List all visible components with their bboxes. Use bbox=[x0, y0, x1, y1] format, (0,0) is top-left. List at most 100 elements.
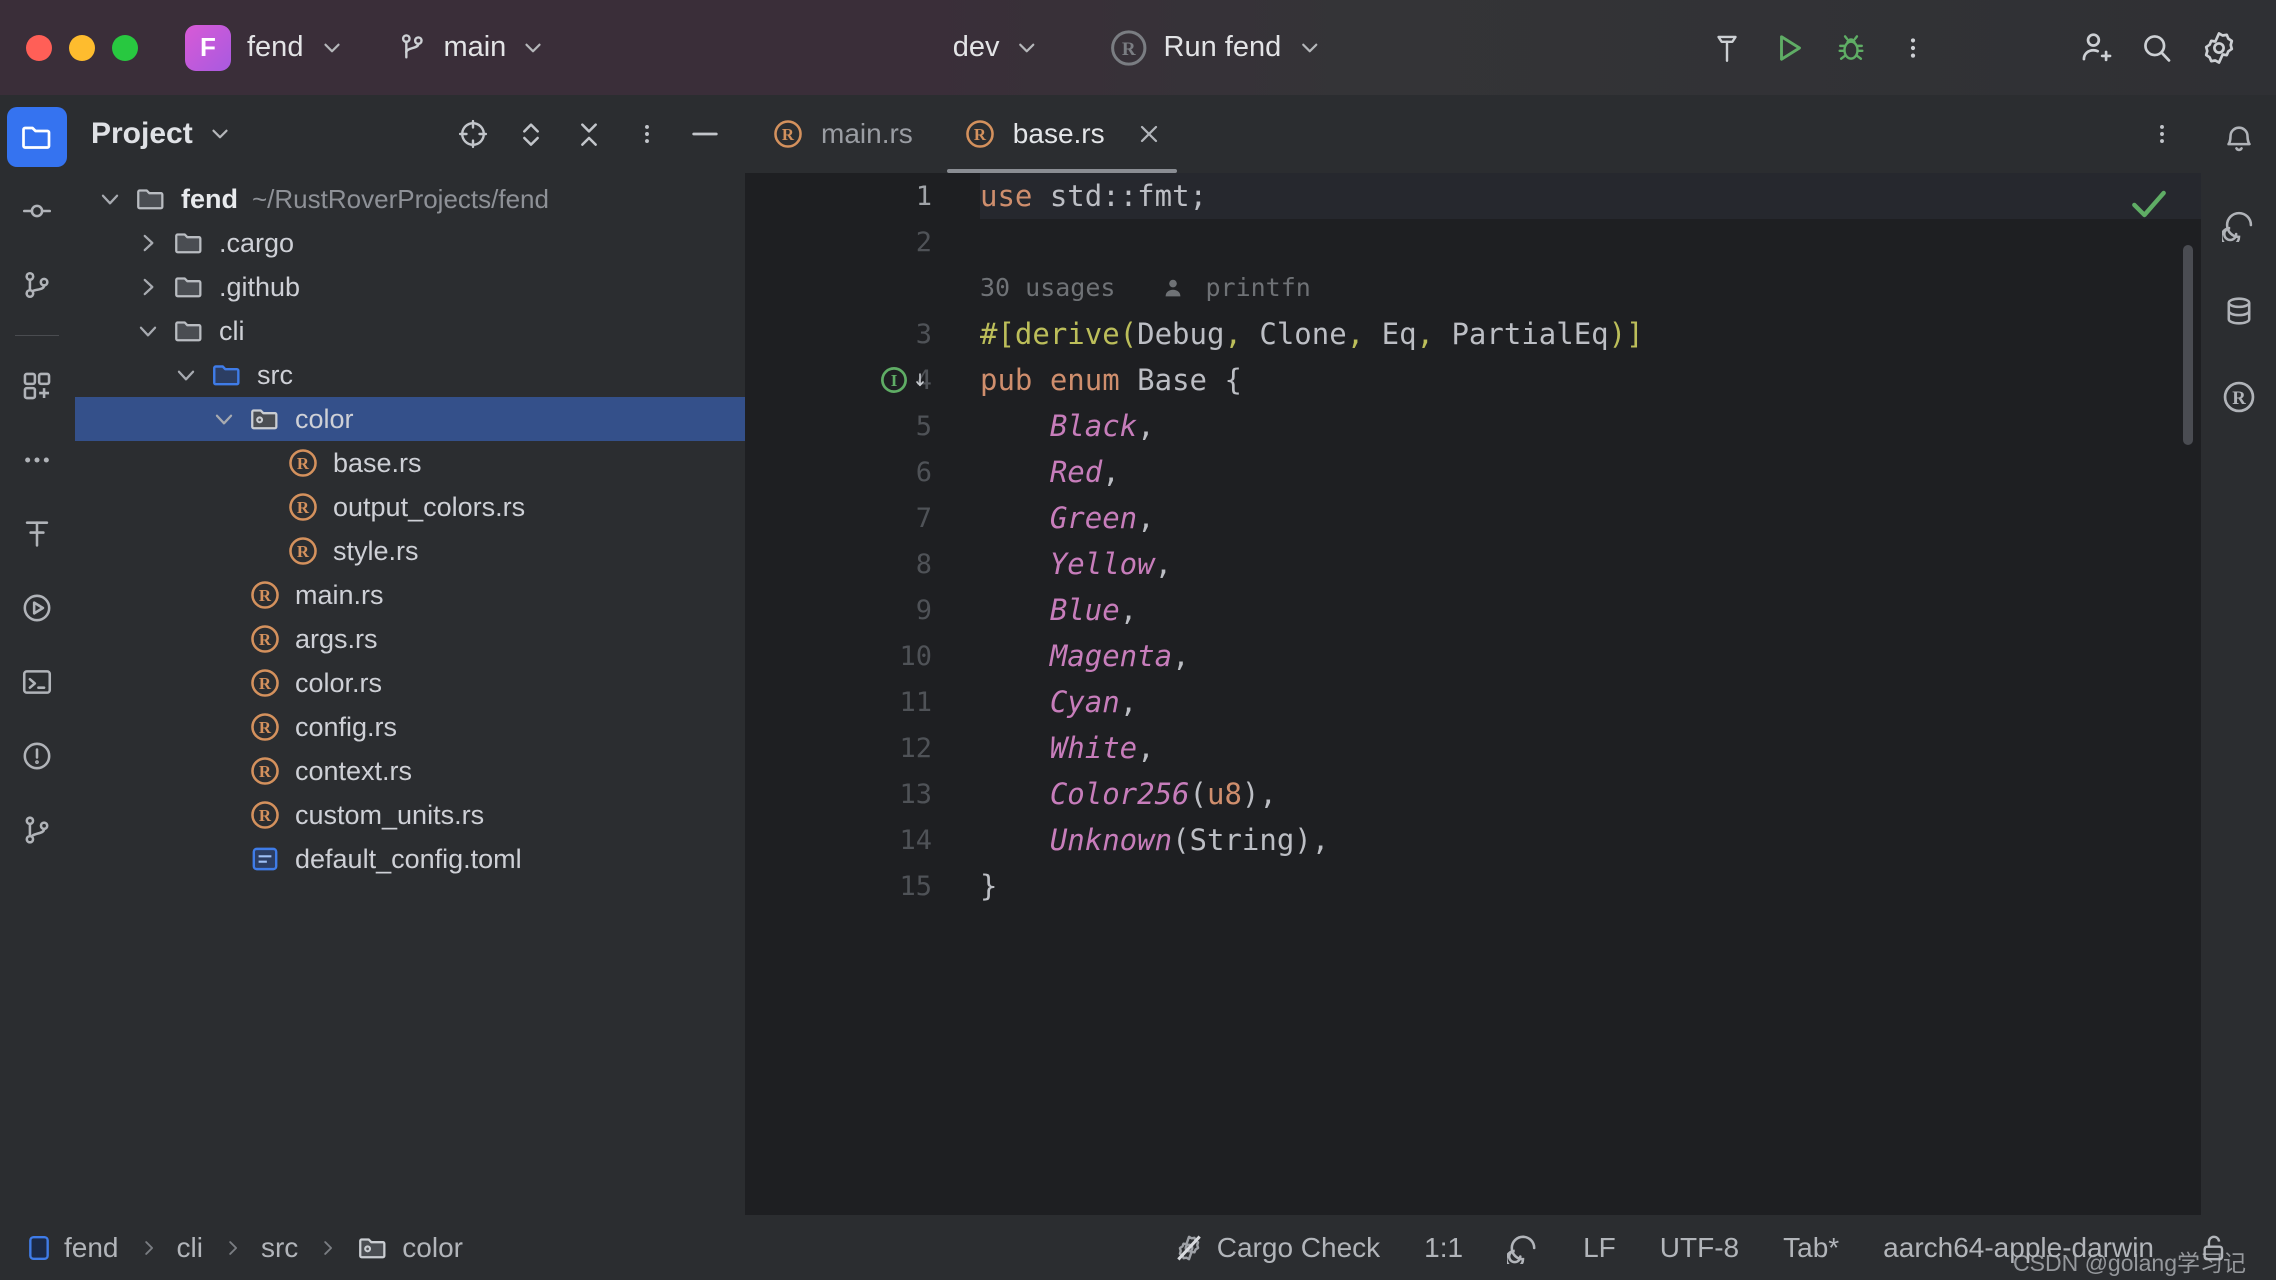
sidebar-item-run[interactable] bbox=[7, 578, 67, 638]
sidebar-item-plugins[interactable] bbox=[7, 356, 67, 416]
status-cargo-check[interactable]: Cargo Check bbox=[1151, 1232, 1402, 1264]
search-everywhere-button[interactable] bbox=[2126, 17, 2188, 79]
tree-node-color-rs[interactable]: Rcolor.rs bbox=[75, 661, 745, 705]
tree-node-args-rs[interactable]: Rargs.rs bbox=[75, 617, 745, 661]
minimize-window-button[interactable] bbox=[69, 35, 95, 61]
zoom-window-button[interactable] bbox=[112, 35, 138, 61]
sidebar-item-more[interactable] bbox=[7, 430, 67, 490]
debug-button[interactable] bbox=[1820, 17, 1882, 79]
tree-node-default-config-toml[interactable]: default_config.toml bbox=[75, 837, 745, 881]
editor-tab-base-rs[interactable]: Rbase.rs bbox=[937, 95, 1187, 173]
status-line-separator[interactable]: LF bbox=[1561, 1232, 1638, 1264]
invite-collaborator-button[interactable] bbox=[2064, 17, 2126, 79]
code-line[interactable]: White, bbox=[980, 725, 2201, 771]
git-branch-selector[interactable]: main bbox=[397, 31, 546, 65]
chevron-right-icon[interactable] bbox=[127, 274, 169, 300]
editor-tab-main-rs[interactable]: Rmain.rs bbox=[745, 95, 937, 173]
sidebar-item-pull-requests[interactable] bbox=[7, 255, 67, 315]
sidebar-item-rust[interactable] bbox=[2209, 195, 2269, 255]
chevron-down-icon[interactable] bbox=[203, 406, 245, 432]
status-read-only-toggle[interactable] bbox=[2176, 1231, 2252, 1265]
settings-button[interactable] bbox=[2188, 17, 2250, 79]
run-configuration-selector[interactable]: R Run fend bbox=[1110, 29, 1324, 67]
code-line[interactable]: Blue, bbox=[980, 587, 2201, 633]
close-icon[interactable] bbox=[1135, 120, 1163, 148]
tree-node--github[interactable]: .github bbox=[75, 265, 745, 309]
editor-scrollbar[interactable] bbox=[2183, 245, 2193, 445]
sidebar-item-database[interactable] bbox=[2209, 281, 2269, 341]
collapse-all-button[interactable] bbox=[567, 112, 611, 156]
code-author[interactable]: printfn bbox=[1205, 265, 1310, 311]
tree-node-src[interactable]: src bbox=[75, 353, 745, 397]
code-line[interactable]: pub enum Base { bbox=[980, 357, 2201, 403]
chevron-down-icon[interactable] bbox=[165, 362, 207, 388]
code-line[interactable]: Magenta, bbox=[980, 633, 2201, 679]
breadcrumb-item-fend[interactable]: fend bbox=[22, 1232, 123, 1264]
tree-node-fend[interactable]: fend~/RustRoverProjects/fend bbox=[75, 177, 745, 221]
tree-node--cargo[interactable]: .cargo bbox=[75, 221, 745, 265]
tree-node-color[interactable]: color bbox=[75, 397, 745, 441]
editor-tabs-options-button[interactable] bbox=[2149, 95, 2175, 173]
build-profile-selector[interactable]: dev bbox=[953, 31, 1040, 64]
project-selector[interactable]: F fend bbox=[185, 25, 345, 71]
code-line[interactable]: } bbox=[980, 863, 2201, 909]
breadcrumb-item-color[interactable]: color bbox=[352, 1231, 467, 1265]
code-line[interactable]: Unknown(String), bbox=[980, 817, 2201, 863]
inspection-status-widget[interactable] bbox=[2127, 182, 2171, 226]
usages-count[interactable]: 30 usages bbox=[980, 265, 1115, 311]
tree-node-cli[interactable]: cli bbox=[75, 309, 745, 353]
code-vision-hint[interactable]: 30 usages printfn bbox=[980, 265, 2201, 311]
editor-code-content[interactable]: use std::fmt;30 usages printfn#[derive(De… bbox=[950, 173, 2201, 1215]
sidebar-item-problems[interactable] bbox=[7, 726, 67, 786]
more-actions-button[interactable] bbox=[1882, 17, 1944, 79]
code-line[interactable]: Yellow, bbox=[980, 541, 2201, 587]
tree-node-base-rs[interactable]: Rbase.rs bbox=[75, 441, 745, 485]
status-file-encoding[interactable]: UTF-8 bbox=[1638, 1232, 1761, 1264]
tree-node-config-rs[interactable]: Rconfig.rs bbox=[75, 705, 745, 749]
code-line[interactable] bbox=[980, 219, 2201, 265]
status-target-triple[interactable]: aarch64-apple-darwin bbox=[1861, 1232, 2176, 1264]
tree-node-output-colors-rs[interactable]: Routput_colors.rs bbox=[75, 485, 745, 529]
project-panel-options-button[interactable] bbox=[625, 112, 669, 156]
editor-gutter[interactable]: 1234I56789101112131415 bbox=[745, 173, 950, 1215]
sidebar-item-notifications[interactable] bbox=[2209, 109, 2269, 169]
build-button[interactable] bbox=[1696, 17, 1758, 79]
hide-panel-button[interactable] bbox=[683, 112, 727, 156]
chevron-down-icon[interactable] bbox=[207, 121, 233, 147]
code-line[interactable]: Black, bbox=[980, 403, 2201, 449]
chevron-down-icon[interactable] bbox=[127, 318, 169, 344]
code-line[interactable]: use std::fmt; bbox=[980, 173, 2201, 219]
sidebar-item-commit[interactable] bbox=[7, 181, 67, 241]
tree-node-context-rs[interactable]: Rcontext.rs bbox=[75, 749, 745, 793]
sidebar-item-structure[interactable] bbox=[7, 504, 67, 564]
run-widget-group: dev R Run fend bbox=[953, 29, 1323, 67]
sidebar-item-version-control[interactable] bbox=[7, 800, 67, 860]
code-line[interactable]: #[derive(Debug, Clone, Eq, PartialEq)] bbox=[980, 311, 2201, 357]
sidebar-item-project[interactable] bbox=[7, 107, 67, 167]
tree-node-style-rs[interactable]: Rstyle.rs bbox=[75, 529, 745, 573]
project-file-tree[interactable]: fend~/RustRoverProjects/fend.cargo.githu… bbox=[75, 173, 745, 1215]
close-window-button[interactable] bbox=[26, 35, 52, 61]
code-line[interactable]: Cyan, bbox=[980, 679, 2201, 725]
code-editor[interactable]: 1234I56789101112131415 use std::fmt;30 u… bbox=[745, 173, 2201, 1215]
status-rust-toolchain[interactable] bbox=[1485, 1232, 1561, 1264]
breadcrumb-item-src[interactable]: src bbox=[257, 1232, 302, 1264]
implemented-interface-gutter-icon[interactable]: I bbox=[877, 363, 929, 397]
tree-node-main-rs[interactable]: Rmain.rs bbox=[75, 573, 745, 617]
chevron-down-icon[interactable] bbox=[89, 186, 131, 212]
status-indent-setting[interactable]: Tab* bbox=[1761, 1232, 1861, 1264]
breadcrumb-item-cli[interactable]: cli bbox=[173, 1232, 207, 1264]
breadcrumb[interactable]: fend cli src color bbox=[22, 1231, 467, 1265]
chevron-right-icon[interactable] bbox=[127, 230, 169, 256]
expand-all-button[interactable] bbox=[509, 112, 553, 156]
tree-node-custom-units-rs[interactable]: Rcustom_units.rs bbox=[75, 793, 745, 837]
sidebar-item-rust-tools[interactable]: R bbox=[2209, 367, 2269, 427]
code-line[interactable]: Color256(u8), bbox=[980, 771, 2201, 817]
select-opened-file-button[interactable] bbox=[451, 112, 495, 156]
sidebar-item-terminal[interactable] bbox=[7, 652, 67, 712]
run-button[interactable] bbox=[1758, 17, 1820, 79]
code-line[interactable]: Red, bbox=[980, 449, 2201, 495]
editor-area: Rmain.rsRbase.rs 1234I56789101112131415 … bbox=[745, 95, 2201, 1215]
code-line[interactable]: Green, bbox=[980, 495, 2201, 541]
status-caret-position[interactable]: 1:1 bbox=[1402, 1232, 1485, 1264]
